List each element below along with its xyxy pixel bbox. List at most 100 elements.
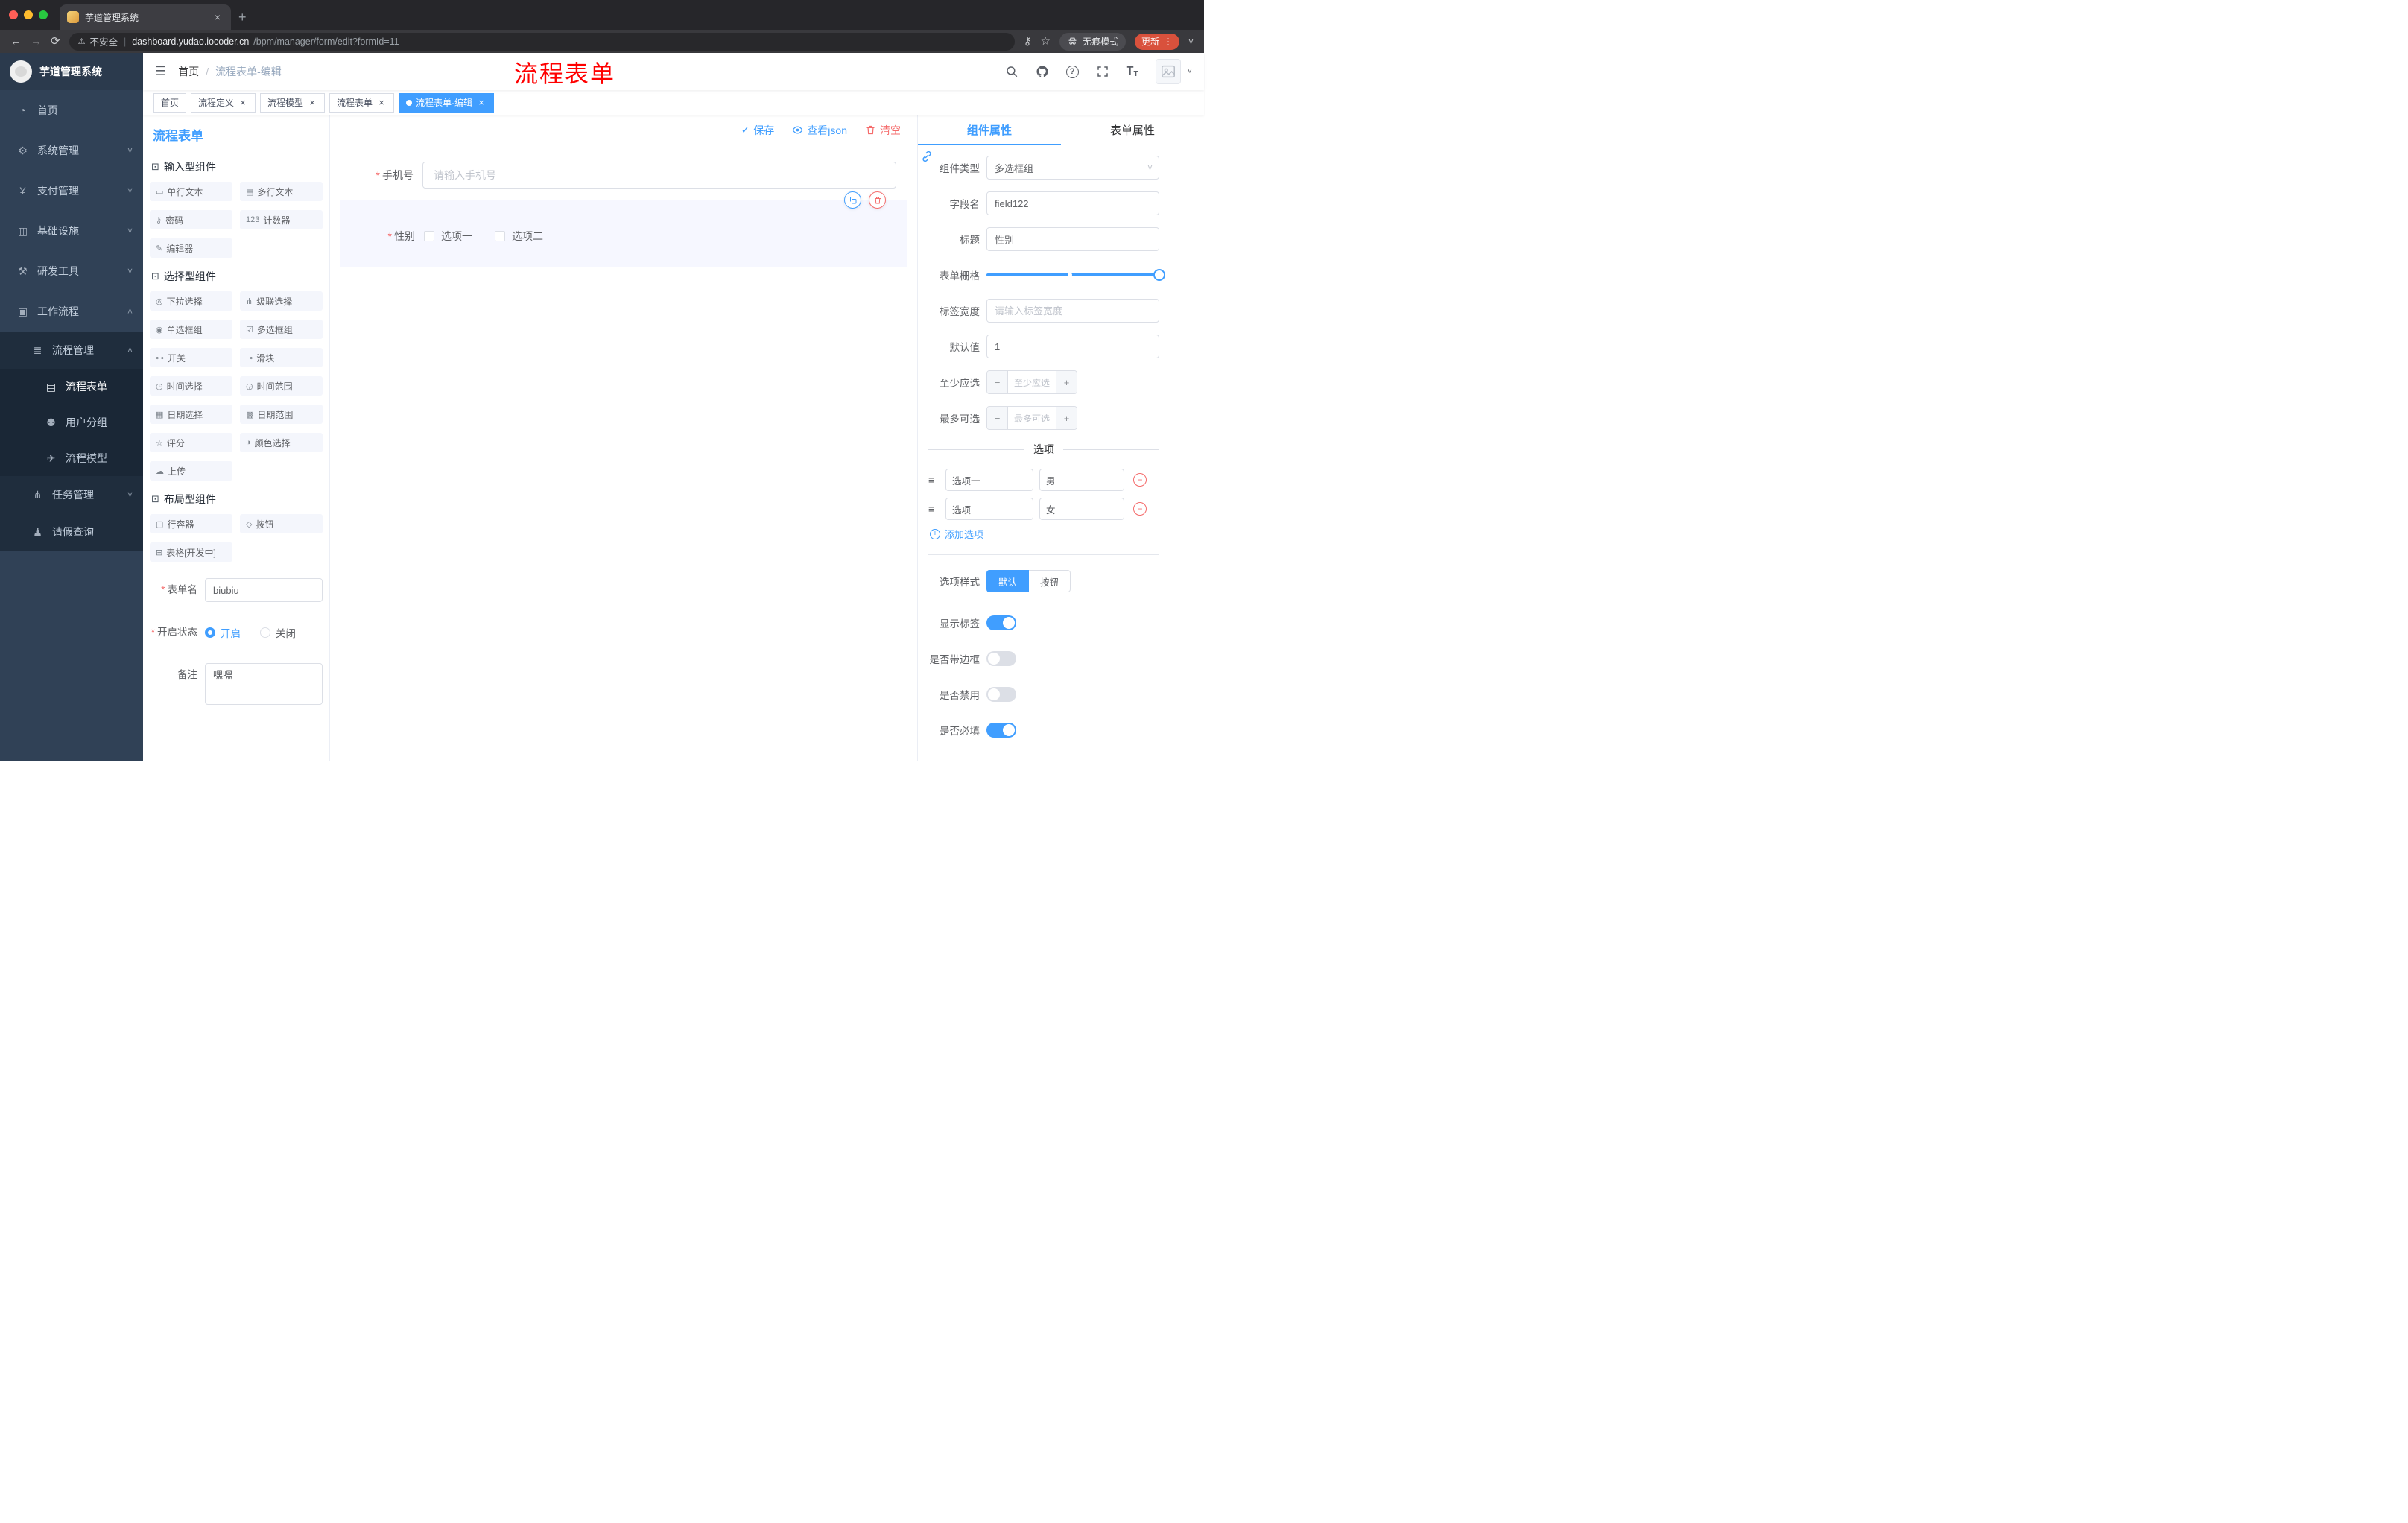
bookmark-star-icon[interactable]: ☆ xyxy=(1041,36,1051,47)
palette-item-date-picker[interactable]: ▦ 日期选择 xyxy=(150,405,232,424)
close-icon[interactable]: × xyxy=(476,98,487,108)
search-icon[interactable] xyxy=(1005,65,1018,78)
increase-button[interactable]: + xyxy=(1056,407,1077,429)
tag-process-definition[interactable]: 流程定义 × xyxy=(191,92,256,113)
tag-process-form-edit[interactable]: 流程表单-编辑 × xyxy=(399,92,495,113)
default-value-input[interactable] xyxy=(986,335,1159,358)
save-button[interactable]: ✓ 保存 xyxy=(741,123,775,138)
palette-item-date-range[interactable]: ▩ 日期范围 xyxy=(240,405,323,424)
minimize-window-button[interactable] xyxy=(24,10,33,19)
delete-component-button[interactable] xyxy=(869,191,886,209)
max-select-placeholder[interactable]: 最多可选 xyxy=(1008,407,1056,429)
palette-item-upload[interactable]: ☁ 上传 xyxy=(150,461,232,481)
palette-item-rate[interactable]: ☆ 评分 xyxy=(150,433,232,452)
field-phone[interactable]: * 手机号 xyxy=(340,162,907,189)
view-json-button[interactable]: 查看json xyxy=(792,123,847,138)
slider-handle[interactable] xyxy=(1153,269,1165,281)
tag-process-model[interactable]: 流程模型 × xyxy=(260,92,326,113)
palette-item-select[interactable]: ◎ 下拉选择 xyxy=(150,291,232,311)
back-button[interactable]: ← xyxy=(10,36,22,47)
palette-item-checkbox-group[interactable]: ☑ 多选框组 xyxy=(240,320,323,339)
radio-open[interactable]: 开启 xyxy=(205,625,241,640)
palette-item-button[interactable]: ◇ 按钮 xyxy=(240,514,323,533)
decrease-button[interactable]: − xyxy=(987,407,1008,429)
increase-button[interactable]: + xyxy=(1056,371,1077,393)
tab-form-props[interactable]: 表单属性 xyxy=(1061,115,1204,145)
new-tab-button[interactable]: + xyxy=(238,10,247,25)
browser-menu-icon[interactable]: ⋮ xyxy=(1164,37,1173,47)
style-button-button[interactable]: 按钮 xyxy=(1029,570,1071,592)
close-icon[interactable]: × xyxy=(307,98,317,108)
security-warning-icon[interactable]: ⚠ xyxy=(78,37,86,46)
field-gender-selected[interactable]: * 性别 选项一 选项二 xyxy=(340,191,907,267)
sidebar-item-task-management[interactable]: ⋔ 任务管理 ˅ xyxy=(0,476,143,513)
toolbar-chevron-icon[interactable]: ˅ xyxy=(1188,37,1194,46)
palette-item-single-line-text[interactable]: ▭ 单行文本 xyxy=(150,182,232,201)
palette-item-time-picker[interactable]: ◷ 时间选择 xyxy=(150,376,232,396)
checkbox-option-2[interactable]: 选项二 xyxy=(495,229,543,244)
tab-close-icon[interactable]: × xyxy=(212,11,224,23)
form-name-input[interactable] xyxy=(205,578,323,602)
sidebar-item-workflow[interactable]: ▣ 工作流程 ˄ xyxy=(0,291,143,332)
option-2-value-input[interactable] xyxy=(1039,498,1124,520)
checkbox-icon[interactable] xyxy=(495,231,505,241)
close-window-button[interactable] xyxy=(9,10,18,19)
sidebar-item-infrastructure[interactable]: ▥ 基础设施 ˅ xyxy=(0,211,143,251)
remove-option-button[interactable]: − xyxy=(1133,473,1147,487)
palette-item-cascader[interactable]: ⋔ 级联选择 xyxy=(240,291,323,311)
copy-component-button[interactable] xyxy=(844,191,861,209)
password-key-icon[interactable]: ⚷ xyxy=(1024,36,1032,47)
tab-component-props[interactable]: 组件属性 xyxy=(918,115,1061,145)
help-icon[interactable]: ? xyxy=(1065,65,1079,78)
palette-item-table[interactable]: ⊞ 表格[开发中] xyxy=(150,542,232,562)
clear-button[interactable]: 清空 xyxy=(865,123,901,138)
font-size-icon[interactable]: TT xyxy=(1127,65,1138,78)
required-switch[interactable] xyxy=(986,723,1016,738)
field-name-input[interactable] xyxy=(986,191,1159,215)
palette-item-radio-group[interactable]: ◉ 单选框组 xyxy=(150,320,232,339)
breadcrumb-home[interactable]: 首页 xyxy=(178,64,199,79)
label-width-input[interactable] xyxy=(986,299,1159,323)
sidebar-item-home[interactable]: ◔ 首页 xyxy=(0,90,143,130)
sidebar-item-leave-query[interactable]: ♟ 请假查询 xyxy=(0,513,143,551)
update-button[interactable]: 更新 ⋮ xyxy=(1134,33,1179,50)
avatar-caret-icon[interactable]: ˅ xyxy=(1188,67,1192,76)
sidebar-item-process-management[interactable]: ≣ 流程管理 ˄ xyxy=(0,332,143,369)
forward-button[interactable]: → xyxy=(31,36,42,47)
tag-home[interactable]: 首页 xyxy=(153,92,187,113)
address-bar[interactable]: ⚠ 不安全 | dashboard.yudao.iocoder.cn/bpm/m… xyxy=(69,32,1015,51)
title-input[interactable] xyxy=(986,227,1159,251)
sidebar-item-devtools[interactable]: ⚒ 研发工具 ˅ xyxy=(0,251,143,291)
avatar[interactable] xyxy=(1155,59,1181,84)
option-1-label-input[interactable] xyxy=(945,469,1033,491)
option-1-value-input[interactable] xyxy=(1039,469,1124,491)
tag-process-form[interactable]: 流程表单 × xyxy=(329,92,395,113)
drag-handle-icon[interactable]: ≡ xyxy=(928,503,942,515)
decrease-button[interactable]: − xyxy=(987,371,1008,393)
option-2-label-input[interactable] xyxy=(945,498,1033,520)
border-switch[interactable] xyxy=(986,651,1016,666)
sidebar-item-user-group[interactable]: ⚉ 用户分组 xyxy=(0,405,143,440)
checkbox-option-1[interactable]: 选项一 xyxy=(424,229,472,244)
style-default-button[interactable]: 默认 xyxy=(986,570,1030,592)
sidebar-item-process-form[interactable]: ▤ 流程表单 xyxy=(0,369,143,405)
fullscreen-window-button[interactable] xyxy=(39,10,48,19)
checkbox-icon[interactable] xyxy=(424,231,434,241)
close-icon[interactable]: × xyxy=(238,98,248,108)
palette-item-switch[interactable]: ⊶ 开关 xyxy=(150,348,232,367)
radio-closed[interactable]: 关闭 xyxy=(260,625,296,640)
drag-handle-icon[interactable]: ≡ xyxy=(928,474,942,486)
github-icon[interactable] xyxy=(1036,65,1049,78)
palette-item-slider[interactable]: ⊸ 滑块 xyxy=(240,348,323,367)
min-select-placeholder[interactable]: 至少应选 xyxy=(1008,371,1056,393)
phone-input[interactable] xyxy=(422,162,896,189)
sidebar-item-process-model[interactable]: ✈ 流程模型 xyxy=(0,440,143,476)
hamburger-icon[interactable]: ☰ xyxy=(155,64,166,79)
add-option-button[interactable]: + 添加选项 xyxy=(930,527,1159,541)
link-icon[interactable] xyxy=(920,150,934,165)
reload-button[interactable]: ⟳ xyxy=(51,36,60,47)
fullscreen-icon[interactable] xyxy=(1096,65,1109,78)
palette-item-row-container[interactable]: ▢ 行容器 xyxy=(150,514,232,533)
app-logo[interactable]: 芋道管理系统 xyxy=(0,53,143,90)
form-remark-textarea[interactable]: 嘿嘿 xyxy=(205,663,323,705)
